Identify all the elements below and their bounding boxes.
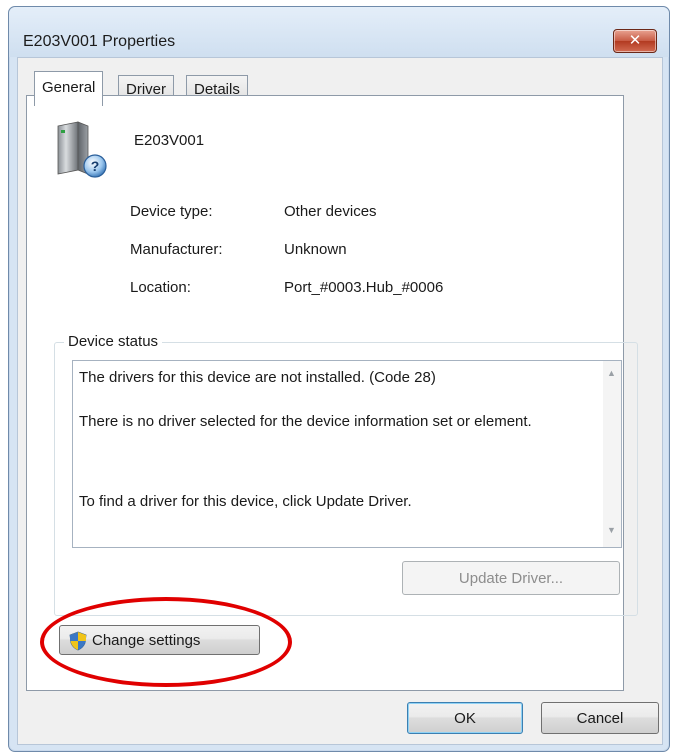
ok-label: OK <box>454 709 476 727</box>
title-bar[interactable]: E203V001 Properties ✕ <box>9 7 669 57</box>
highlight-circle <box>40 597 292 687</box>
status-line-code: The drivers for this device are not inst… <box>79 369 436 386</box>
scroll-down-arrow-icon[interactable]: ▼ <box>607 525 616 535</box>
unknown-device-icon: ? <box>57 121 107 178</box>
tab-general[interactable]: General <box>34 71 104 106</box>
location-value: Port_#0003.Hub_#0006 <box>284 279 444 296</box>
location-label: Location: <box>130 279 191 296</box>
device-status-legend: Device status <box>64 333 163 350</box>
manufacturer-label: Manufacturer: <box>130 241 223 258</box>
window-title: E203V001 Properties <box>23 33 176 50</box>
device-status-textbox[interactable]: The drivers for this device are not inst… <box>72 360 622 548</box>
status-scrollbar[interactable]: ▲ ▼ <box>603 361 621 547</box>
manufacturer-value: Unknown <box>284 241 347 258</box>
device-type-value: Other devices <box>284 203 377 220</box>
cancel-button[interactable]: Cancel <box>541 702 659 734</box>
status-line-no-driver: There is no driver selected for the devi… <box>79 413 532 430</box>
status-line-instructions: To find a driver for this device, click … <box>79 493 412 510</box>
update-driver-button[interactable]: Update Driver... <box>402 561 620 595</box>
ok-button[interactable]: OK <box>407 702 523 734</box>
svg-text:?: ? <box>91 158 100 174</box>
cancel-label: Cancel <box>576 709 624 727</box>
scroll-up-arrow-icon[interactable]: ▲ <box>607 368 616 378</box>
close-button[interactable]: ✕ <box>613 29 657 53</box>
update-driver-label: Update Driver... <box>458 569 564 587</box>
device-name: E203V001 <box>134 132 205 149</box>
device-type-label: Device type: <box>130 203 213 220</box>
